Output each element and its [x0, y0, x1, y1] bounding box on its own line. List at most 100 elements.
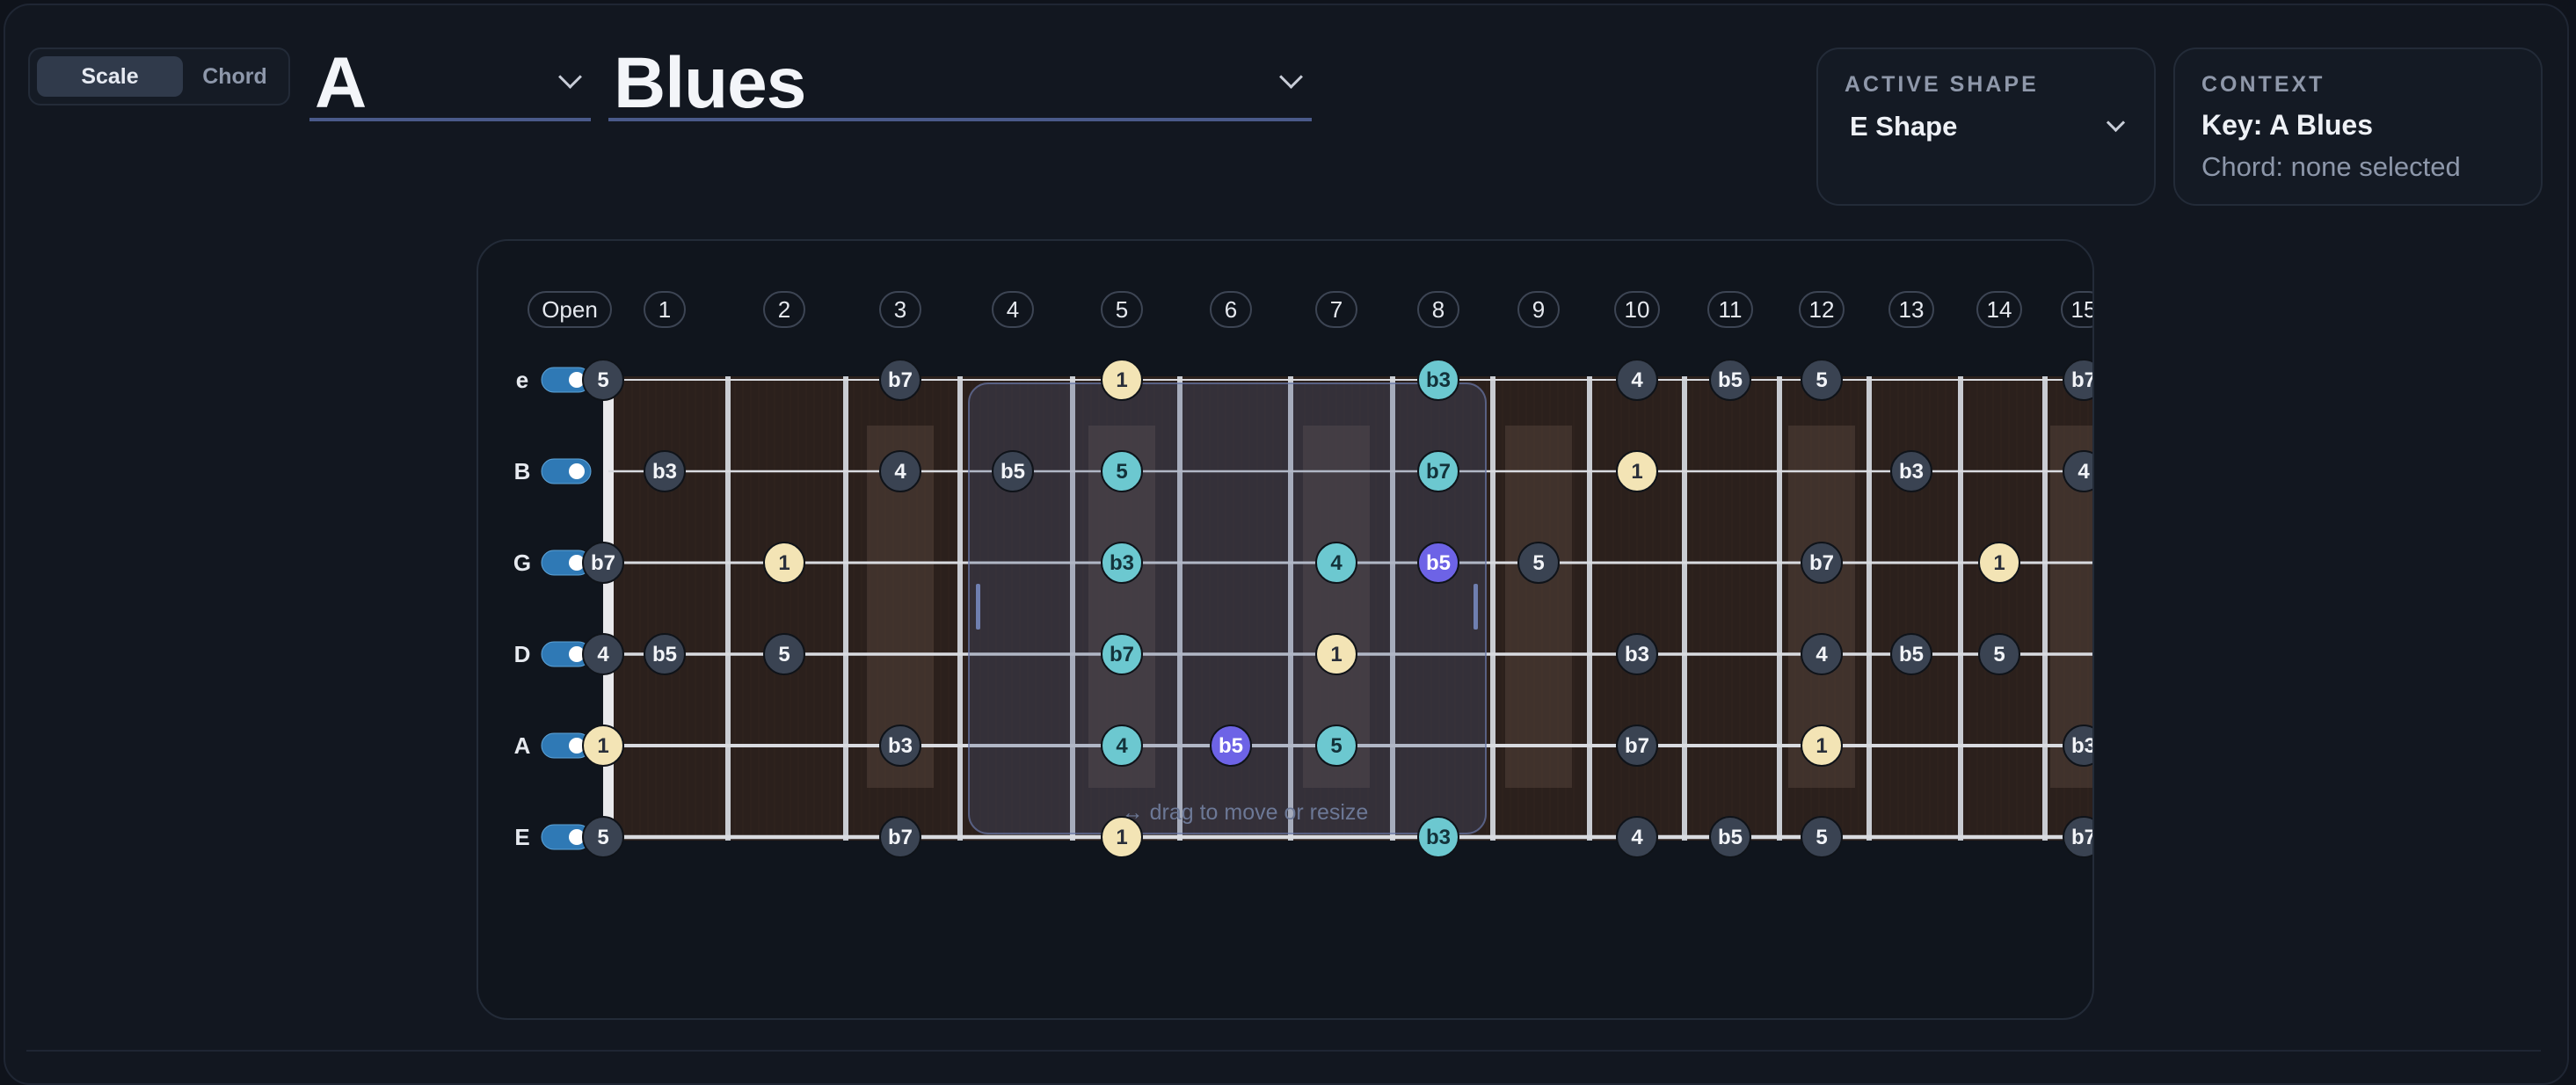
fret-wire: [1587, 376, 1592, 841]
note-degree-label: b7: [2071, 368, 2094, 392]
fret-number: 15: [2071, 296, 2094, 323]
fret-number: 3: [894, 296, 906, 323]
fret-number: 6: [1225, 296, 1237, 323]
fret-wire: [843, 376, 848, 841]
fret-wire: [1682, 376, 1687, 841]
fret-number: 13: [1899, 296, 1925, 323]
note-degree-label: b5: [1718, 368, 1743, 392]
key-select-value: A: [315, 43, 367, 123]
context-chord-text: Chord: none selected: [2201, 151, 2461, 182]
note-degree-label: b3: [1899, 460, 1924, 484]
fret-number: 4: [1007, 296, 1019, 323]
fret-number: 2: [778, 296, 790, 323]
note-degree-label: b3: [2071, 734, 2094, 758]
fret-wire: [1777, 376, 1782, 841]
note-degree-label: 1: [597, 734, 608, 758]
note-degree-label: 5: [1116, 460, 1127, 484]
note-degree-label: b7: [888, 826, 913, 849]
note-degree-label: 5: [1816, 826, 1827, 849]
note-degree-label: 4: [894, 460, 906, 484]
note-degree-label: 5: [778, 643, 790, 666]
note-degree-label: 5: [1993, 643, 2005, 666]
fret-wire: [1867, 376, 1872, 841]
note-degree-label: 5: [597, 826, 608, 849]
note-degree-label: b7: [888, 368, 913, 392]
scale-select-value: Blues: [614, 43, 806, 123]
note-degree-label: b5: [1899, 643, 1924, 666]
string-name-label: E: [514, 824, 529, 850]
note-degree-label: b3: [888, 734, 913, 758]
fret-wire: [2042, 376, 2048, 841]
active-shape-label: ACTIVE SHAPE: [1845, 72, 2039, 97]
note-degree-label: b5: [1001, 460, 1025, 484]
fret-number: 14: [1987, 296, 2012, 323]
scale-mode-button[interactable]: Scale: [37, 56, 183, 97]
note-degree-label: b7: [591, 551, 615, 575]
chord-mode-button[interactable]: Chord: [185, 56, 285, 97]
note-degree-label: 5: [1532, 551, 1544, 575]
context-label: CONTEXT: [2201, 72, 2325, 97]
key-select[interactable]: A: [309, 43, 591, 123]
note-degree-label: b5: [1426, 551, 1451, 575]
fretboard: ↔ drag to move or resizeOpen 1 2 3 4 5 6 7 8 9 10 1…: [513, 291, 2094, 858]
note-degree-label: 5: [1330, 734, 1342, 758]
note-degree-label: 4: [2078, 460, 2090, 484]
note-degree-label: 5: [597, 368, 608, 392]
fretboard-card: ↔ drag to move or resize Open 1 2 3 4 5 6 7 8 9 10 1…: [477, 239, 2094, 1020]
note-degree-label: b5: [652, 643, 677, 666]
string-name-label: D: [514, 641, 531, 667]
fret-number: 10: [1625, 296, 1650, 323]
note-degree-label: 4: [597, 643, 609, 666]
note-degree-label: 1: [778, 551, 790, 575]
nut: [603, 376, 614, 841]
fret-wire: [1958, 376, 1963, 841]
string-name-label: A: [514, 732, 531, 759]
note-degree-label: 5: [1816, 368, 1827, 392]
string-toggle-knob: [569, 463, 585, 479]
note-degree-label: 1: [1993, 551, 2005, 575]
fret-number: 11: [1719, 296, 1743, 323]
fret-number: 9: [1532, 296, 1545, 323]
note-degree-label: 1: [1330, 643, 1342, 666]
note-degree-label: b5: [1718, 826, 1743, 849]
note-degree-label: b3: [1426, 368, 1451, 392]
fret-number: 7: [1330, 296, 1343, 323]
note-degree-label: 1: [1631, 460, 1642, 484]
note-degree-label: 4: [1116, 734, 1128, 758]
string-name-label: e: [516, 367, 528, 393]
note-degree-label: 4: [1330, 551, 1343, 575]
chevron-down-icon[interactable]: [2106, 113, 2126, 133]
fret-number: 5: [1116, 296, 1128, 323]
note-degree-label: b5: [1219, 734, 1243, 758]
mode-toggle: Scale Chord: [28, 47, 290, 106]
note-degree-label: b3: [1625, 643, 1649, 666]
fret-number: Open: [542, 296, 598, 323]
note-degree-label: b7: [2071, 826, 2094, 849]
fret-inlay: [1505, 426, 1572, 788]
fret-number: 8: [1432, 296, 1444, 323]
fret-wire: [725, 376, 731, 841]
active-shape-panel: ACTIVE SHAPE E Shape: [1816, 47, 2156, 206]
string-name-label: G: [513, 550, 531, 576]
note-degree-label: b7: [1625, 734, 1649, 758]
fret-number: 12: [1809, 296, 1835, 323]
note-degree-label: b3: [1110, 551, 1134, 575]
fret-wire: [957, 376, 963, 841]
active-shape-select[interactable]: E Shape: [1850, 111, 1957, 142]
string-name-label: B: [514, 458, 531, 484]
note-degree-label: b7: [1426, 460, 1451, 484]
context-key-text: Key: A Blues: [2201, 109, 2374, 141]
note-degree-label: b7: [1809, 551, 1834, 575]
note-degree-label: b3: [1426, 826, 1451, 849]
chevron-down-icon: [1279, 65, 1303, 89]
scale-select[interactable]: Blues: [608, 43, 1312, 123]
note-degree-label: 4: [1631, 826, 1643, 849]
note-degree-label: 1: [1816, 734, 1827, 758]
note-degree-label: b7: [1110, 643, 1134, 666]
fret-number: 1: [659, 296, 671, 323]
chevron-down-icon: [558, 65, 582, 89]
resize-handle-right[interactable]: [1474, 584, 1478, 630]
note-degree-label: 1: [1116, 826, 1127, 849]
context-panel: CONTEXT Key: A Blues Chord: none selecte…: [2173, 47, 2543, 206]
resize-handle-left[interactable]: [976, 584, 980, 630]
